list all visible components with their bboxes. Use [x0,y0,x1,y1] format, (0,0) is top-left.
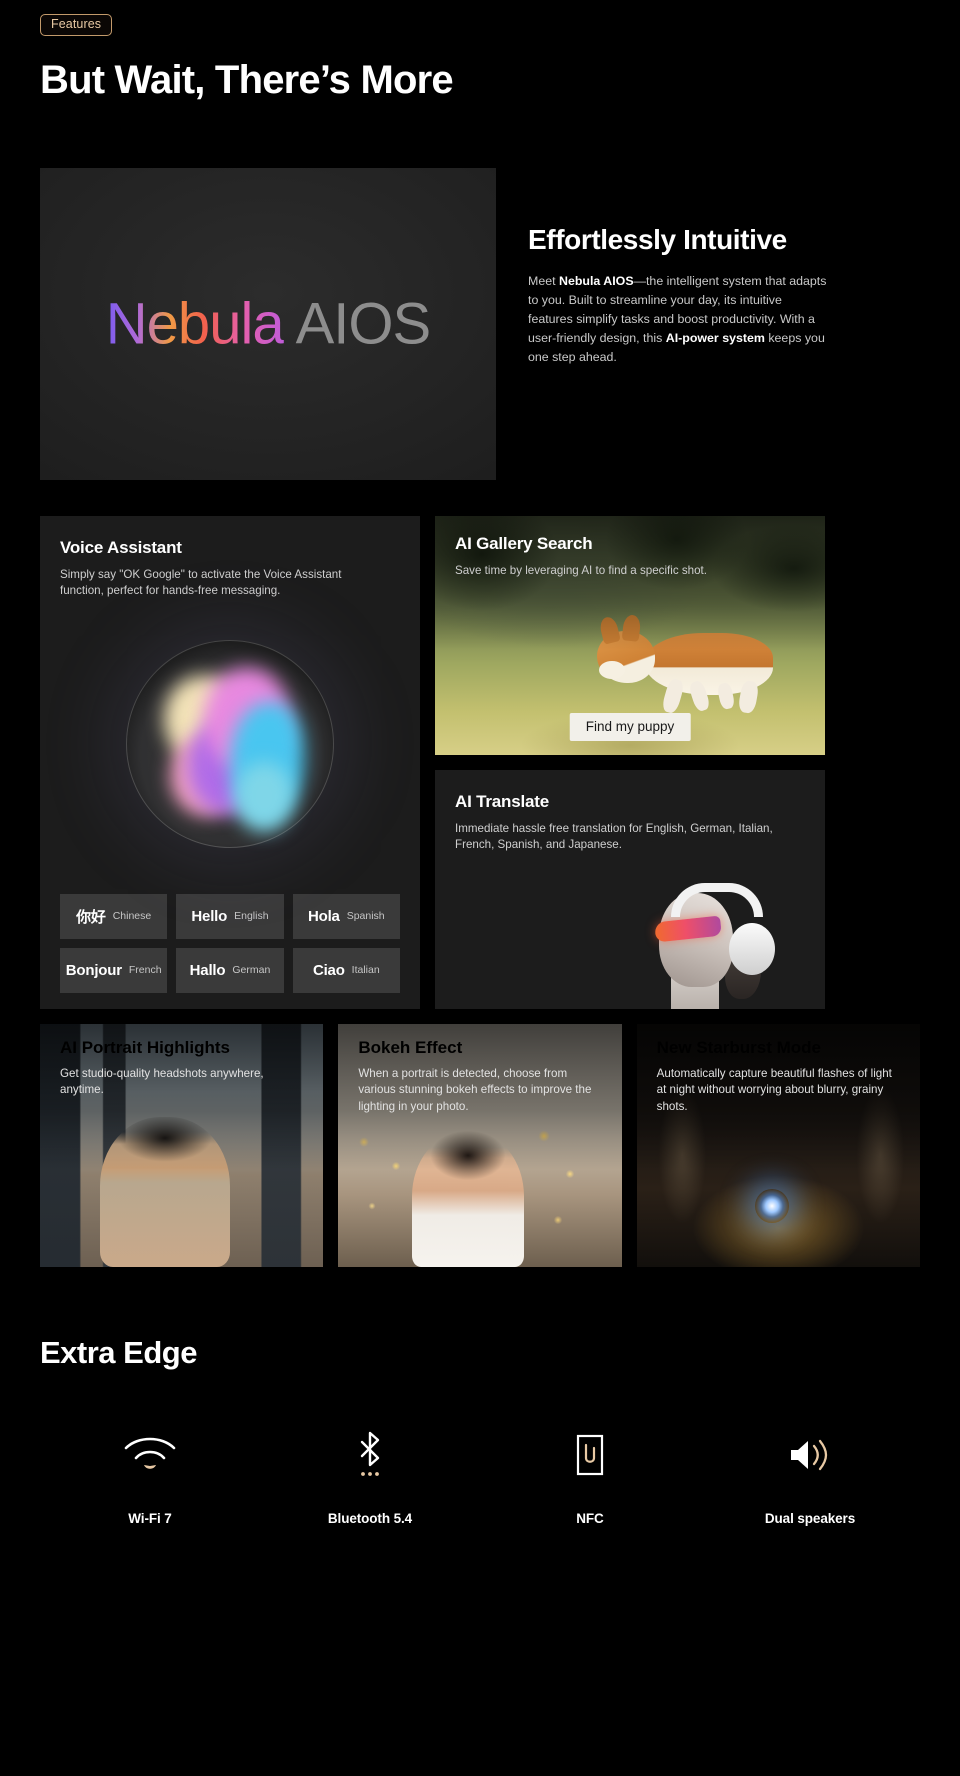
language-name: English [234,910,269,922]
language-word: 你好 [76,908,106,926]
hero-body-bold-1: Nebula AIOS [559,274,634,289]
orb-blob-rose [170,735,240,816]
wifi-icon [122,1433,178,1477]
hero-body-bold-2: AI-power system [665,330,765,345]
language-name: Spanish [346,910,385,922]
language-word: Ciao [312,961,345,979]
nebula-wordmark-gradient: Nebula [105,291,285,356]
spec-label: NFC [576,1510,604,1526]
spec-item-nfc: NFC [480,1433,700,1526]
hero-section: Nebula AIOS Effortlessly Intuitive Meet N… [40,167,920,480]
language-chip[interactable]: Hello English [176,893,284,939]
headphone-band [671,882,763,917]
feature-grid: Voice Assistant Simply say "OK Google" t… [40,515,920,1009]
nebula-wordmark: Nebula AIOS [105,290,432,357]
spec-label: Bluetooth 5.4 [327,1510,413,1526]
bokeh-effect-subtitle: When a portrait is detected, choose from… [358,1066,592,1114]
photo-copy: AI Portrait Highlights Get studio-qualit… [60,1038,307,1100]
voice-assistant-subtitle: Simply say "OK Google" to activate the V… [60,567,342,598]
hero-body-part-1: Meet [528,274,559,289]
hero-copy: Effortlessly Intuitive Meet Nebula AIOS—… [528,168,920,480]
orb-blob-pink [204,667,290,772]
nebula-aios-visual: Nebula AIOS [40,167,496,480]
spec-item-speakers: Dual speakers [700,1433,920,1526]
card-ai-gallery-search: AI Gallery Search Save time by leveragin… [435,515,825,755]
speaker-icon [785,1433,835,1477]
card-voice-assistant: Voice Assistant Simply say "OK Google" t… [40,515,420,1009]
features-page: Features But Wait, There’s More Nebula AI… [0,0,960,1586]
language-chip[interactable]: Hallo German [176,947,284,993]
translate-subtitle: Immediate hassle free translation for En… [455,821,773,852]
language-name: Chinese [112,910,152,922]
gallery-copy: AI Gallery Search Save time by leveragin… [455,534,805,580]
orb-blob-cyan [230,701,304,814]
language-chip[interactable]: Ciao Italian [292,947,400,993]
card-new-starburst-mode: New Starburst Mode Automatically capture… [636,1023,920,1267]
language-word: Bonjour [65,961,122,979]
language-word: Hallo [189,961,226,979]
spec-label: Dual speakers [764,1510,856,1526]
language-name: German [232,964,271,976]
language-chip[interactable]: Hola Spanish [292,893,400,939]
spec-item-wifi: Wi-Fi 7 [40,1433,260,1526]
headset-figure-illustration [631,869,781,1009]
spec-row: Wi-Fi 7 Bluetooth 5.4 NFC Dual speakers [40,1431,920,1586]
language-chip[interactable]: 你好 Chinese [60,893,168,939]
orb-blob-teal [234,761,294,832]
card-ai-translate: AI Translate Immediate hassle free trans… [435,769,825,1009]
language-word: Hola [307,907,340,925]
hero-heading: Effortlessly Intuitive [528,223,787,255]
badge-row: Features [40,0,920,36]
bluetooth-icon [350,1431,390,1477]
photo-copy: New Starburst Mode Automatically capture… [657,1038,904,1116]
nfc-icon [571,1433,609,1477]
bokeh-effect-title: Bokeh Effect [358,1037,463,1057]
language-word: Hello [191,907,228,925]
find-my-puppy-button[interactable]: Find my puppy [569,712,691,741]
orb-blob-violet [188,717,266,814]
starburst-mode-title: New Starburst Mode [656,1037,822,1057]
hero-body: Meet Nebula AIOS—the intelligent system … [528,272,828,366]
features-badge: Features [40,14,113,36]
portrait-highlights-title: AI Portrait Highlights [60,1037,230,1057]
voice-assistant-title: Voice Assistant [60,537,182,557]
spec-label: Wi-Fi 7 [128,1510,172,1526]
photo-card-row: AI Portrait Highlights Get studio-qualit… [40,1023,920,1267]
gallery-search-title: AI Gallery Search [455,533,593,553]
card-ai-portrait-highlights: AI Portrait Highlights Get studio-qualit… [40,1023,324,1267]
headphone-earcup [729,922,775,975]
language-name: French [128,964,162,976]
orb-blob-cream [164,675,242,764]
voice-orb-stage [60,600,400,887]
language-name: Italian [351,964,380,976]
starburst-mode-subtitle: Automatically capture beautiful flashes … [656,1066,892,1114]
language-chip-grid: 你好 Chinese Hello English Hola Spanish Bo… [60,893,400,993]
language-chip[interactable]: Bonjour French [60,947,168,993]
gallery-search-subtitle: Save time by leveraging AI to find a spe… [455,563,707,577]
portrait-highlights-subtitle: Get studio-quality headshots anywhere, a… [60,1066,264,1097]
translate-title: AI Translate [455,791,549,811]
right-feature-column: AI Gallery Search Save time by leveragin… [435,515,825,1009]
extra-edge-title: Extra Edge [40,1334,197,1370]
spec-item-bluetooth: Bluetooth 5.4 [260,1431,480,1526]
nebula-wordmark-aios: AIOS [295,291,432,356]
photo-copy: Bokeh Effect When a portrait is detected… [358,1038,605,1116]
voice-assistant-orb [126,639,334,848]
card-bokeh-effect: Bokeh Effect When a portrait is detected… [338,1023,622,1267]
page-title: But Wait, There’s More [40,57,454,102]
